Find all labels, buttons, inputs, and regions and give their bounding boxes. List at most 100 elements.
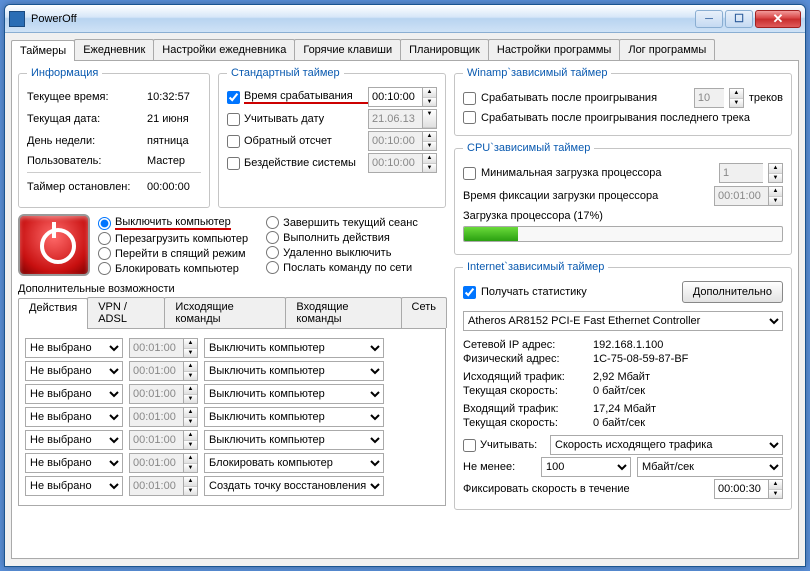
action-time-spinner[interactable]: ▲▼ <box>183 361 198 381</box>
tab-2[interactable]: Настройки ежедневника <box>153 39 295 60</box>
date-check-label: Учитывать дату <box>244 113 368 125</box>
action-condition-select[interactable]: Не выбрано <box>25 361 123 381</box>
out-value: 2,92 Мбайт <box>593 371 650 383</box>
idle-checkbox[interactable] <box>227 157 240 170</box>
action-condition-select[interactable]: Не выбрано <box>25 407 123 427</box>
radio-remote[interactable]: Удаленно выключить <box>266 246 418 259</box>
close-button[interactable]: ✕ <box>755 10 801 28</box>
action-row: Не выбрано ▲▼ Выключить компьютер <box>25 430 439 450</box>
countdown-checkbox[interactable] <box>227 135 240 148</box>
radio-lock[interactable]: Блокировать компьютер <box>98 262 248 275</box>
tracks-input[interactable] <box>694 88 724 108</box>
trigger-spinner[interactable]: ▲▼ <box>422 87 437 107</box>
action-type-select[interactable]: Выключить компьютер <box>204 338 384 358</box>
main-tabs: ТаймерыЕжедневникНастройки ежедневникаГо… <box>11 39 799 61</box>
net-group: Internet`зависимый таймер Получать стати… <box>454 261 792 510</box>
date-checkbox[interactable] <box>227 113 240 126</box>
radio-shutdown[interactable]: Выключить компьютер <box>98 216 248 230</box>
cpu-legend: CPU`зависимый таймер <box>463 142 594 154</box>
tab-1[interactable]: Ежедневник <box>74 39 154 60</box>
action-condition-select[interactable]: Не выбрано <box>25 453 123 473</box>
minimize-button[interactable]: ─ <box>695 10 723 28</box>
action-type-select[interactable]: Создать точку восстановления <box>204 476 384 496</box>
action-time-spinner[interactable]: ▲▼ <box>183 453 198 473</box>
trigger-checkbox[interactable] <box>227 91 240 104</box>
min-label: Не менее: <box>463 461 541 473</box>
cpu-min-load-checkbox[interactable] <box>463 167 476 180</box>
tab-6[interactable]: Лог программы <box>619 39 715 60</box>
action-type-select[interactable]: Выключить компьютер <box>204 407 384 427</box>
action-condition-select[interactable]: Не выбрано <box>25 430 123 450</box>
date-dropdown[interactable]: ▼ <box>422 109 437 129</box>
winamp-after-last-checkbox[interactable] <box>463 111 476 124</box>
out-label: Исходящий трафик: <box>463 371 593 383</box>
action-time-spinner[interactable]: ▲▼ <box>183 384 198 404</box>
titlebar[interactable]: PowerOff ─ ☐ ✕ <box>5 5 805 33</box>
date-input[interactable] <box>368 109 422 129</box>
action-row: Не выбрано ▲▼ Выключить компьютер <box>25 407 439 427</box>
min-unit-select[interactable]: Мбайт/сек <box>637 457 783 477</box>
date-value: 21 июня <box>147 113 189 125</box>
action-type-select[interactable]: Блокировать компьютер <box>204 453 384 473</box>
cpu-group: CPU`зависимый таймер Минимальная загрузк… <box>454 142 792 255</box>
winamp-after-play-checkbox[interactable] <box>463 92 476 105</box>
power-icon <box>18 214 90 276</box>
countdown-spinner[interactable]: ▲▼ <box>422 131 437 151</box>
consider-select[interactable]: Скорость исходящего трафика <box>550 435 783 455</box>
net-stats-checkbox-label[interactable]: Получать статистику <box>463 286 587 299</box>
action-time-spinner[interactable]: ▲▼ <box>183 407 198 427</box>
trigger-time-input[interactable] <box>368 87 422 107</box>
radio-sleep[interactable]: Перейти в спящий режим <box>98 247 248 260</box>
countdown-input[interactable] <box>368 131 422 151</box>
more-button[interactable]: Дополнительно <box>682 281 783 303</box>
tracks-spinner[interactable]: ▲▼ <box>729 88 744 108</box>
action-time-input[interactable] <box>129 476 183 496</box>
cpu-min-spinner[interactable]: ▲▼ <box>768 163 783 183</box>
subtab-2[interactable]: Исходящие команды <box>164 297 286 328</box>
action-time-input[interactable] <box>129 453 183 473</box>
tab-0[interactable]: Таймеры <box>11 40 75 61</box>
net-stats-checkbox[interactable] <box>463 286 476 299</box>
app-icon <box>9 11 25 27</box>
idle-input[interactable] <box>368 153 422 173</box>
consider-checkbox[interactable] <box>463 439 476 452</box>
tab-3[interactable]: Горячие клавиши <box>294 39 401 60</box>
idle-spinner[interactable]: ▲▼ <box>422 153 437 173</box>
window-title: PowerOff <box>31 13 695 25</box>
action-time-spinner[interactable]: ▲▼ <box>183 430 198 450</box>
tab-5[interactable]: Настройки программы <box>488 39 620 60</box>
cpu-fix-time-spinner[interactable]: ▲▼ <box>768 186 783 206</box>
radio-restart[interactable]: Перезагрузить компьютер <box>98 232 248 245</box>
action-condition-select[interactable]: Не выбрано <box>25 384 123 404</box>
cpu-fix-time-label: Время фиксации загрузки процессора <box>463 190 714 202</box>
subtab-1[interactable]: VPN / ADSL <box>87 297 165 328</box>
action-time-input[interactable] <box>129 361 183 381</box>
action-time-input[interactable] <box>129 338 183 358</box>
action-time-input[interactable] <box>129 430 183 450</box>
action-type-select[interactable]: Выключить компьютер <box>204 384 384 404</box>
adapter-select[interactable]: Atheros AR8152 PCI-E Fast Ethernet Contr… <box>463 311 783 331</box>
subtab-3[interactable]: Входящие команды <box>285 297 401 328</box>
action-time-spinner[interactable]: ▲▼ <box>183 476 198 496</box>
subtab-0[interactable]: Действия <box>18 298 88 329</box>
radio-logoff[interactable]: Завершить текущий сеанс <box>266 216 418 229</box>
subtab-4[interactable]: Сеть <box>401 297 447 328</box>
tab-4[interactable]: Планировщик <box>400 39 489 60</box>
action-type-select[interactable]: Выключить компьютер <box>204 430 384 450</box>
user-label: Пользователь: <box>27 155 147 167</box>
maximize-button[interactable]: ☐ <box>725 10 753 28</box>
cpu-fix-time-input[interactable] <box>714 186 768 206</box>
cpu-min-input[interactable] <box>719 163 763 183</box>
action-condition-select[interactable]: Не выбрано <box>25 338 123 358</box>
action-type-select[interactable]: Выключить компьютер <box>204 361 384 381</box>
fix-time-input[interactable] <box>714 479 768 499</box>
fix-time-spinner[interactable]: ▲▼ <box>768 479 783 499</box>
radio-exec[interactable]: Выполнить действия <box>266 231 418 244</box>
idle-label: Бездействие системы <box>244 157 368 169</box>
action-condition-select[interactable]: Не выбрано <box>25 476 123 496</box>
radio-netcmd[interactable]: Послать команду по сети <box>266 261 418 274</box>
action-time-spinner[interactable]: ▲▼ <box>183 338 198 358</box>
action-time-input[interactable] <box>129 384 183 404</box>
action-time-input[interactable] <box>129 407 183 427</box>
min-value-select[interactable]: 100 <box>541 457 631 477</box>
